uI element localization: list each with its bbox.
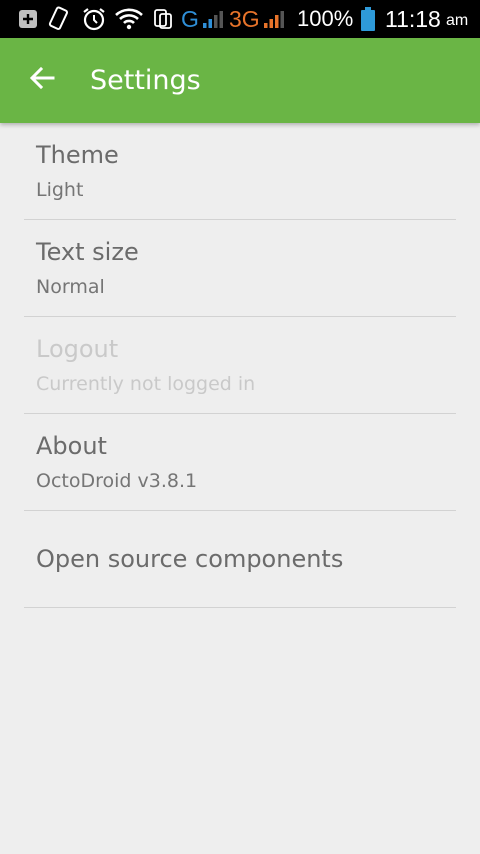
clock-ampm: am xyxy=(446,12,469,29)
sim-switch-icon xyxy=(150,0,176,38)
pref-item-theme[interactable]: Theme Light xyxy=(0,123,480,220)
pref-item-open-source-components[interactable]: Open source components xyxy=(0,511,480,608)
pref-summary: Light xyxy=(36,179,84,201)
pref-item-about[interactable]: About OctoDroid v3.8.1 xyxy=(0,414,480,511)
phone-vibrate-icon xyxy=(45,0,71,38)
pref-summary: OctoDroid v3.8.1 xyxy=(36,470,198,492)
pref-title: About xyxy=(36,432,107,460)
signal-strength-icon-sim2 xyxy=(261,0,287,38)
pref-title: Text size xyxy=(36,238,139,266)
pref-summary: Normal xyxy=(36,276,105,298)
pref-title: Open source components xyxy=(36,545,344,573)
pref-summary: Currently not logged in xyxy=(36,373,256,395)
arrow-back-icon xyxy=(29,66,55,93)
status-bar: G 3G 100% 11:18 am xyxy=(0,0,480,38)
wifi-icon xyxy=(113,0,145,38)
pref-item-logout: Logout Currently not logged in xyxy=(0,317,480,414)
pref-title: Logout xyxy=(36,335,119,363)
pref-item-text-size[interactable]: Text size Normal xyxy=(0,220,480,317)
preferences-list: Theme Light Text size Normal Logout Curr… xyxy=(0,123,480,608)
page-title: Settings xyxy=(90,65,201,96)
signal-strength-icon-sim1 xyxy=(200,0,226,38)
notification-add-icon xyxy=(16,0,40,38)
back-button[interactable] xyxy=(22,60,62,100)
app-bar: Settings xyxy=(0,38,480,123)
battery-percent: 100% xyxy=(297,6,354,31)
network-type-3g: 3G xyxy=(229,6,260,32)
pref-title: Theme xyxy=(36,141,119,169)
alarm-icon xyxy=(80,0,108,38)
clock-time: 11:18 xyxy=(385,6,441,32)
divider xyxy=(24,607,456,608)
battery-icon xyxy=(358,0,378,38)
network-type-g: G xyxy=(181,6,199,32)
